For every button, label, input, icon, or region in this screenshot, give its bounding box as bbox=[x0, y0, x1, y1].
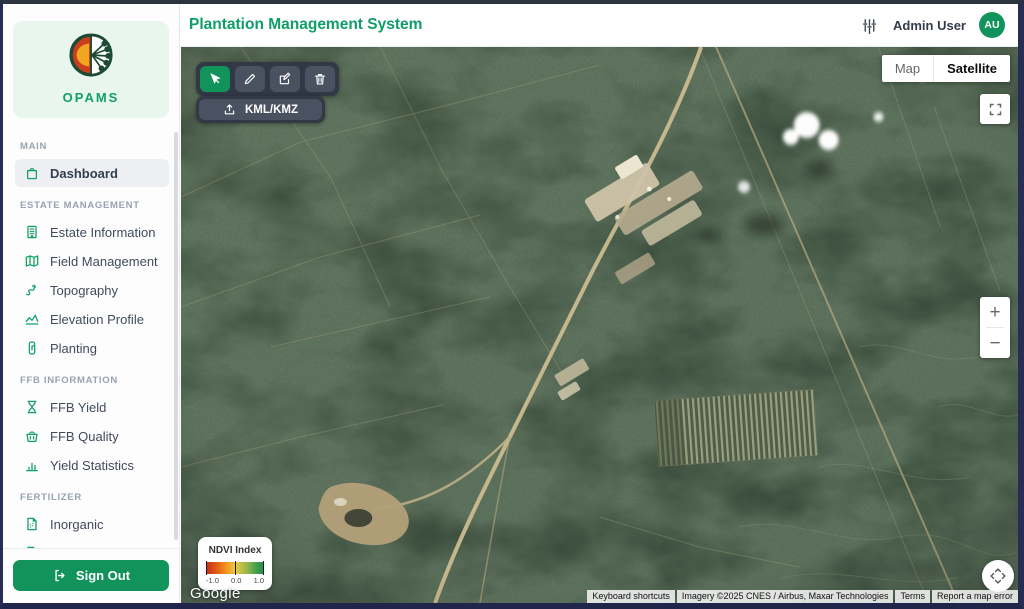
ndvi-gradient-bar bbox=[206, 562, 264, 574]
ndvi-tick-max bbox=[263, 561, 264, 575]
ndvi-tick-labels: -1.0 0.0 1.0 bbox=[206, 576, 264, 585]
user-avatar[interactable]: AU bbox=[979, 12, 1005, 38]
map-type-satellite-button[interactable]: Satellite bbox=[934, 55, 1010, 82]
edit-square-icon bbox=[278, 72, 292, 86]
sidebar-item-field-management[interactable]: Field Management bbox=[15, 247, 169, 275]
satellite-imagery bbox=[181, 47, 1018, 603]
field-management-icon bbox=[24, 253, 40, 269]
zoom-out-button[interactable]: − bbox=[980, 328, 1010, 358]
sidebar-item-label: FFB Quality bbox=[50, 429, 119, 444]
ndvi-legend-title: NDVI Index bbox=[206, 545, 264, 556]
estate-information-icon bbox=[24, 224, 40, 240]
sidebar-item-organic[interactable]: Organic bbox=[15, 539, 169, 548]
sidebar-section-estate-management: ESTATE MANAGEMENT bbox=[20, 200, 169, 211]
sidebar-item-yield-statistics[interactable]: Yield Statistics bbox=[15, 451, 169, 479]
planting-icon bbox=[24, 340, 40, 356]
sidebar-item-estate-information[interactable]: Estate Information bbox=[15, 218, 169, 246]
edit-tool-button[interactable] bbox=[270, 66, 300, 92]
drawing-toolbar bbox=[196, 62, 339, 96]
sidebar-scrollbar[interactable] bbox=[174, 132, 178, 540]
kml-upload-label: KML/KMZ bbox=[245, 104, 298, 116]
sidebar-item-label: Topography bbox=[50, 283, 118, 298]
zoom-control: + − bbox=[980, 297, 1010, 358]
upload-icon bbox=[223, 103, 236, 116]
sign-out-icon bbox=[52, 568, 67, 583]
google-logo[interactable]: Google bbox=[190, 585, 241, 602]
delete-tool-button[interactable] bbox=[305, 66, 335, 92]
pan-control-button[interactable] bbox=[982, 560, 1014, 592]
ndvi-label-mid: 0.0 bbox=[231, 576, 241, 585]
sidebar-section-main: MAIN bbox=[20, 141, 169, 152]
brand-name: OPAMS bbox=[13, 90, 169, 105]
sidebar-item-label: FFB Yield bbox=[50, 400, 106, 415]
top-header: Plantation Management System Admin User … bbox=[181, 4, 1018, 47]
ndvi-tick-mid bbox=[235, 561, 236, 575]
opams-logo-icon bbox=[68, 32, 114, 83]
app-window: OPAMS MAIN Dashboard ESTATE MANAGEMENT E… bbox=[0, 0, 1024, 609]
map-type-control: Map Satellite bbox=[882, 55, 1010, 82]
sidebar-item-planting[interactable]: Planting bbox=[15, 334, 169, 362]
dashboard-icon bbox=[24, 165, 40, 181]
main-area: Plantation Management System Admin User … bbox=[181, 4, 1018, 603]
ndvi-label-max: 1.0 bbox=[254, 576, 264, 585]
kml-upload-bar: KML/KMZ bbox=[196, 96, 325, 123]
filters-button[interactable] bbox=[859, 15, 880, 36]
report-map-error-link[interactable]: Report a map error bbox=[932, 590, 1018, 603]
page-title: Plantation Management System bbox=[189, 16, 422, 34]
user-name: Admin User bbox=[893, 18, 966, 33]
select-tool-button[interactable] bbox=[200, 66, 230, 92]
pan-arrows-icon bbox=[987, 565, 1009, 587]
sign-out-button[interactable]: Sign Out bbox=[13, 560, 169, 591]
keyboard-shortcuts-link[interactable]: Keyboard shortcuts bbox=[587, 590, 675, 603]
map-canvas[interactable]: KML/KMZ Map Satellite + − bbox=[181, 47, 1018, 603]
terms-link[interactable]: Terms bbox=[895, 590, 930, 603]
ffb-quality-icon bbox=[24, 428, 40, 444]
sidebar-item-dashboard[interactable]: Dashboard bbox=[15, 159, 169, 187]
sidebar-nav: MAIN Dashboard ESTATE MANAGEMENT Estate … bbox=[3, 124, 179, 548]
sidebar-footer: Sign Out bbox=[3, 548, 179, 603]
sidebar-item-elevation-profile[interactable]: Elevation Profile bbox=[15, 305, 169, 333]
trash-icon bbox=[313, 72, 327, 86]
map-type-map-button[interactable]: Map bbox=[882, 55, 934, 82]
draw-tool-button[interactable] bbox=[235, 66, 265, 92]
sidebar-item-label: Yield Statistics bbox=[50, 458, 134, 473]
sliders-icon bbox=[861, 17, 878, 34]
ndvi-label-min: -1.0 bbox=[206, 576, 219, 585]
sign-out-label: Sign Out bbox=[76, 568, 130, 583]
sidebar-item-label: Inorganic bbox=[50, 517, 103, 532]
inorganic-icon bbox=[24, 516, 40, 532]
pencil-icon bbox=[243, 72, 257, 86]
sidebar-item-label: Elevation Profile bbox=[50, 312, 144, 327]
sidebar-item-inorganic[interactable]: Inorganic bbox=[15, 510, 169, 538]
organic-icon bbox=[24, 545, 40, 548]
sidebar-item-topography[interactable]: Topography bbox=[15, 276, 169, 304]
ndvi-tick-min bbox=[206, 561, 207, 575]
topography-icon bbox=[24, 282, 40, 298]
sidebar-item-ffb-quality[interactable]: FFB Quality bbox=[15, 422, 169, 450]
sidebar-section-ffb-information: FFB INFORMATION bbox=[20, 375, 169, 386]
fullscreen-icon bbox=[988, 102, 1003, 117]
sidebar-item-label: Estate Information bbox=[50, 225, 156, 240]
zoom-in-button[interactable]: + bbox=[980, 297, 1010, 327]
sidebar-item-label: Planting bbox=[50, 341, 97, 356]
logo-card: OPAMS bbox=[13, 21, 169, 118]
cursor-icon bbox=[208, 72, 222, 86]
sidebar: OPAMS MAIN Dashboard ESTATE MANAGEMENT E… bbox=[3, 4, 180, 603]
imagery-attribution: Imagery ©2025 CNES / Airbus, Maxar Techn… bbox=[677, 590, 894, 603]
sidebar-item-label: Field Management bbox=[50, 254, 158, 269]
sidebar-item-label: Organic bbox=[50, 546, 96, 549]
sidebar-item-label: Dashboard bbox=[50, 166, 118, 181]
elevation-profile-icon bbox=[24, 311, 40, 327]
kml-upload-button[interactable]: KML/KMZ bbox=[199, 99, 322, 120]
ndvi-legend: NDVI Index -1.0 0.0 1.0 bbox=[198, 537, 272, 590]
fullscreen-button[interactable] bbox=[980, 94, 1010, 124]
sidebar-item-ffb-yield[interactable]: FFB Yield bbox=[15, 393, 169, 421]
ffb-yield-icon bbox=[24, 399, 40, 415]
sidebar-section-fertilizer: FERTILIZER bbox=[20, 492, 169, 503]
yield-statistics-icon bbox=[24, 457, 40, 473]
map-attribution: Keyboard shortcuts Imagery ©2025 CNES / … bbox=[587, 590, 1018, 603]
